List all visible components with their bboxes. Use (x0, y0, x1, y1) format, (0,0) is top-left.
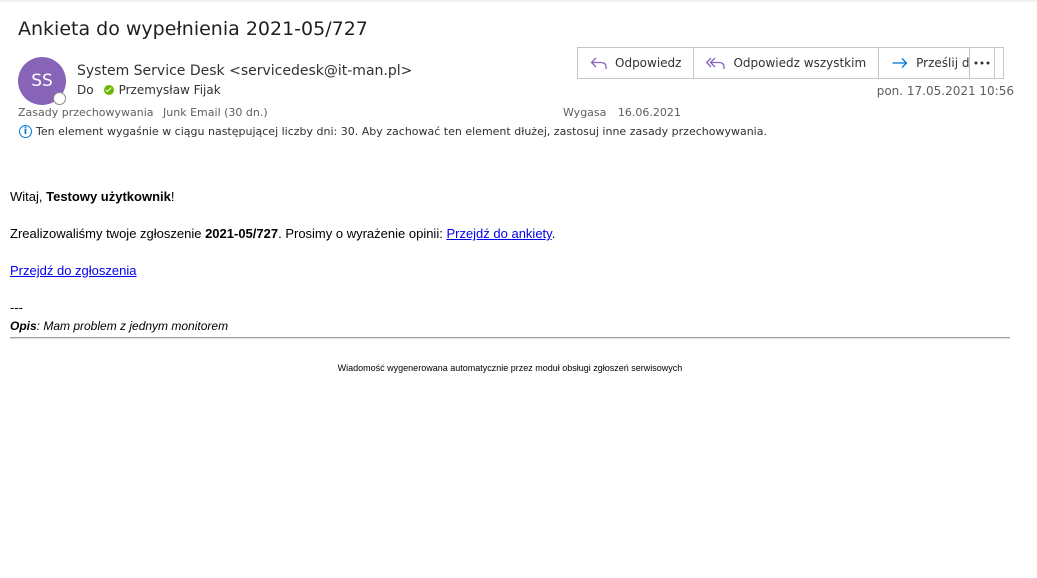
received-date: pon. 17.05.2021 10:56 (876, 84, 1014, 98)
available-check-icon (103, 85, 114, 95)
reply-all-label: Odpowiedz wszystkim (733, 56, 867, 70)
retention-value[interactable]: Junk Email (30 dn.) (163, 106, 268, 119)
completion-line: Zrealizowaliśmy twoje zgłoszenie 2021-05… (10, 226, 555, 241)
expires-label: Wygasa (563, 106, 607, 119)
reply-all-button[interactable]: Odpowiedz wszystkim (694, 48, 880, 78)
description-label: Opis (10, 319, 37, 333)
presence-status-icon (53, 92, 66, 105)
retention-policy: Zasady przechowywania Junk Email (30 dn.… (18, 106, 268, 119)
survey-link[interactable]: Przejdź do ankiety (446, 226, 551, 241)
to-label: Do (77, 83, 94, 97)
greeting-line: Witaj, Testowy użytkownik! (10, 189, 174, 204)
greeting-suffix: ! (170, 189, 175, 204)
email-subject: Ankieta do wypełnienia 2021-05/727 (18, 18, 368, 40)
recipients-line: Do Przemysław Fijak (77, 83, 221, 97)
recipient-name[interactable]: Przemysław Fijak (119, 83, 221, 97)
reply-label: Odpowiedz (615, 56, 682, 70)
greeting-prefix: Witaj, (10, 189, 47, 204)
top-divider (0, 0, 1037, 2)
retention-info-banner: i Ten element wygaśnie w ciągu następują… (19, 125, 767, 138)
reply-all-icon (706, 57, 726, 69)
completion-prefix: Zrealizowaliśmy twoje zgłoszenie (10, 226, 206, 241)
separator-text: --- (10, 300, 23, 315)
message-actions-toolbar: Odpowiedz Odpowiedz wszystkim Prześlij d… (577, 47, 1004, 79)
footer-note: Wiadomość wygenerowana automatycznie prz… (337, 363, 683, 373)
completion-suffix: . (551, 226, 556, 241)
greeting-name: Testowy użytkownik (46, 189, 171, 204)
description-line: Opis: Mam problem z jednym monitorem (10, 319, 228, 333)
completion-middle: . Prosimy o wyrażenie opinii: (278, 226, 447, 241)
retention-label: Zasady przechowywania (18, 106, 154, 119)
expires-value: 16.06.2021 (617, 106, 681, 119)
expiration: Wygasa 16.06.2021 (563, 106, 681, 119)
reply-button[interactable]: Odpowiedz (578, 48, 695, 78)
reply-icon (590, 57, 607, 69)
more-dots-icon (974, 61, 990, 65)
info-icon: i (19, 125, 32, 138)
sender-name[interactable]: System Service Desk <servicedesk@it-man.… (77, 63, 412, 79)
forward-arrow-icon (892, 58, 908, 68)
retention-info-text: Ten element wygaśnie w ciągu następujące… (36, 125, 767, 138)
ticket-id: 2021-05/727 (205, 226, 279, 241)
description-text: : Mam problem z jednym monitorem (36, 319, 229, 333)
horizontal-rule (10, 337, 1010, 339)
more-actions-button[interactable] (969, 47, 995, 79)
ticket-link-line: Przejdź do zgłoszenia (10, 263, 136, 278)
ticket-link[interactable]: Przejdź do zgłoszenia (10, 263, 136, 278)
